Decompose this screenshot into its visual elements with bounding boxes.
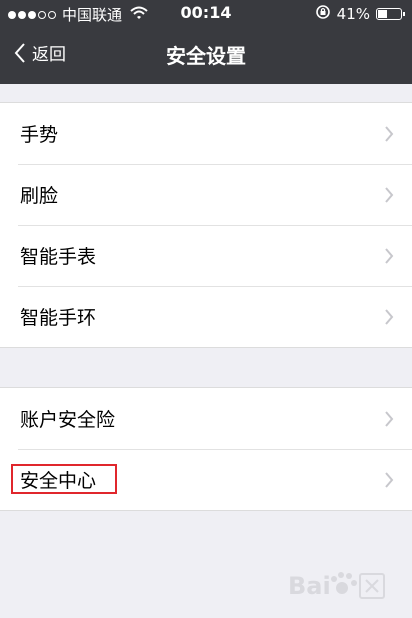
- row-label: 安全中心: [20, 470, 97, 492]
- status-bar: 中国联通 00:14 41%: [0, 0, 412, 26]
- status-right: 41%: [315, 4, 405, 24]
- settings-row-account-insurance[interactable]: 账户安全险: [0, 388, 412, 449]
- chevron-right-icon: [385, 187, 394, 203]
- baidu-jingyan-watermark: Bai: [288, 566, 388, 606]
- settings-row-smartwatch[interactable]: 智能手表: [0, 225, 412, 286]
- row-label: 手势: [20, 124, 59, 146]
- svg-text:Bai: Bai: [288, 572, 331, 600]
- row-label: 智能手表: [20, 246, 97, 268]
- row-label: 账户安全险: [20, 409, 116, 431]
- settings-row-gesture[interactable]: 手势: [0, 103, 412, 164]
- settings-group-2: 账户安全险 安全中心: [0, 387, 412, 511]
- nav-bar: 返回 安全设置: [0, 26, 412, 84]
- settings-row-security-center[interactable]: 安全中心: [0, 449, 412, 510]
- settings-group-1: 手势 刷脸 智能手表 智能手环: [0, 102, 412, 348]
- settings-row-face[interactable]: 刷脸: [0, 164, 412, 225]
- chevron-right-icon: [385, 309, 394, 325]
- chevron-right-icon: [385, 472, 394, 488]
- chevron-right-icon: [385, 411, 394, 427]
- chevron-right-icon: [385, 248, 394, 264]
- header: 中国联通 00:14 41% 返回 安全设置: [0, 0, 412, 84]
- row-label: 智能手环: [20, 307, 97, 329]
- settings-row-smartband[interactable]: 智能手环: [0, 286, 412, 347]
- page-title: 安全设置: [166, 44, 246, 68]
- battery-percent: 41%: [336, 5, 370, 23]
- row-label: 刷脸: [20, 185, 59, 207]
- rotation-lock-icon: [315, 4, 331, 24]
- chevron-right-icon: [385, 126, 394, 142]
- battery-level: [378, 10, 387, 18]
- battery-icon: [376, 8, 405, 20]
